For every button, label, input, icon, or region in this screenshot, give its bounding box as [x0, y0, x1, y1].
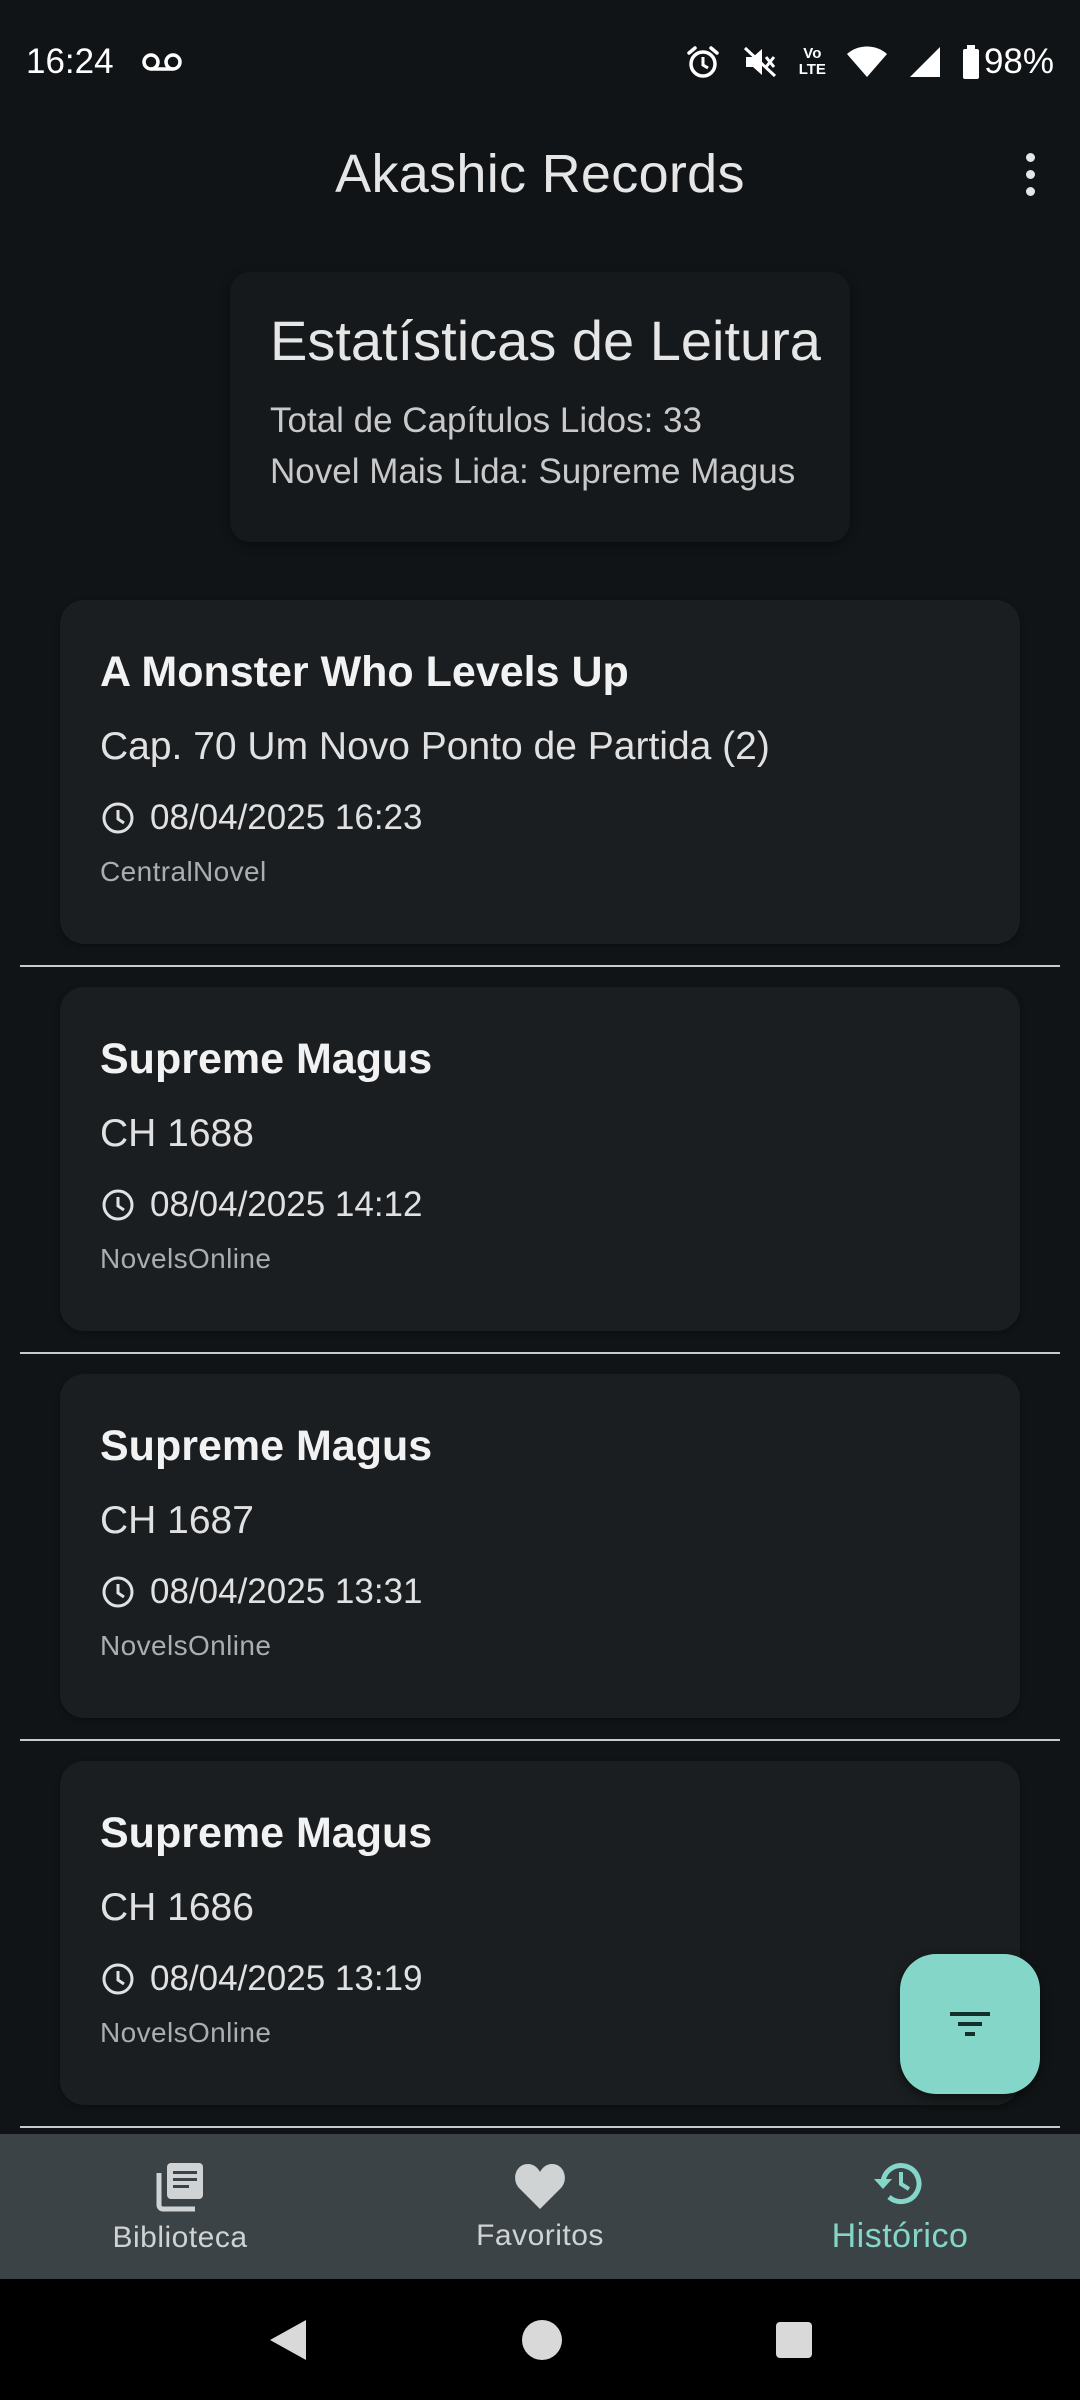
battery-icon — [962, 45, 979, 79]
divider — [20, 1739, 1060, 1741]
library-icon — [156, 2162, 203, 2211]
history-entry: Supreme Magus CH 1686 08/04/2025 13:19 N… — [0, 1761, 1080, 2148]
clock-icon — [102, 802, 134, 834]
clock-icon — [102, 1576, 134, 1608]
more-options-button[interactable] — [1000, 144, 1060, 204]
chapter-title: CH 1687 — [100, 1499, 254, 1542]
bottom-navigation: Biblioteca Favoritos Histórico — [0, 2134, 1080, 2279]
divider — [20, 1352, 1060, 1354]
more-vert-icon — [1025, 152, 1035, 162]
status-right: Vo LTE 98% — [685, 42, 1054, 82]
recents-icon[interactable] — [774, 2320, 814, 2360]
chapter-title: CH 1686 — [100, 1886, 254, 1929]
status-left: 16:24 — [26, 42, 182, 82]
clock-icon — [102, 1963, 134, 1995]
novel-title: Supreme Magus — [100, 1809, 433, 1857]
read-date-row: 08/04/2025 14:12 — [100, 1183, 1020, 1227]
history-entry: Supreme Magus CH 1688 08/04/2025 14:12 N… — [0, 987, 1080, 1374]
alarm-icon — [685, 44, 721, 80]
stats-title: Estatísticas de Leitura — [270, 309, 821, 372]
status-bar: 16:24 Vo LTE 98% — [0, 0, 1080, 124]
nav-item-favoritos[interactable]: Favoritos — [360, 2134, 720, 2279]
nav-label-historico: Histórico — [831, 2217, 969, 2255]
clock-icon — [102, 1189, 134, 1221]
novel-title: A Monster Who Levels Up — [100, 648, 629, 696]
read-date-row: 08/04/2025 13:31 — [100, 1570, 1020, 1614]
more-vert-dot — [1025, 186, 1035, 196]
read-date-row: 08/04/2025 16:23 — [100, 796, 1020, 840]
filter-button[interactable] — [900, 1954, 1040, 2094]
total-chapters-read: Total de Capítulos Lidos: 33 — [270, 401, 702, 440]
history-card[interactable]: A Monster Who Levels Up Cap. 70 Um Novo … — [60, 600, 1020, 944]
system-navigation-bar — [0, 2279, 1080, 2400]
nav-label-favoritos: Favoritos — [476, 2218, 604, 2252]
nav-item-biblioteca[interactable]: Biblioteca — [0, 2134, 360, 2279]
source-name: NovelsOnline — [100, 1243, 272, 1274]
read-datetime: 08/04/2025 13:19 — [150, 1959, 423, 1998]
volte-vo-label: Vo — [803, 45, 822, 62]
battery-percent: 98% — [983, 42, 1054, 81]
back-icon[interactable] — [266, 2316, 310, 2364]
volte-lte-label: LTE — [798, 61, 826, 78]
divider — [20, 2126, 1060, 2128]
app-bar: Akashic Records — [0, 124, 1080, 224]
filter-icon — [950, 2012, 990, 2036]
novel-title: Supreme Magus — [100, 1422, 433, 1470]
history-card[interactable]: Supreme Magus CH 1686 08/04/2025 13:19 N… — [60, 1761, 1020, 2105]
read-datetime: 08/04/2025 16:23 — [150, 798, 423, 837]
voicemail-icon — [141, 42, 182, 82]
nav-label-biblioteca: Biblioteca — [112, 2220, 248, 2254]
history-icon — [874, 2163, 922, 2205]
history-card[interactable]: Supreme Magus CH 1688 08/04/2025 14:12 N… — [60, 987, 1020, 1331]
volte-icon: Vo LTE — [799, 46, 826, 78]
chapter-title: CH 1688 — [100, 1112, 254, 1155]
source-name: NovelsOnline — [100, 2017, 272, 2048]
reading-stats-card: Estatísticas de Leitura Total de Capítul… — [230, 272, 850, 542]
read-datetime: 08/04/2025 14:12 — [150, 1185, 423, 1224]
source-name: CentralNovel — [100, 856, 267, 887]
vibrate-off-icon — [741, 44, 779, 80]
app-title: Akashic Records — [335, 144, 745, 204]
wifi-icon — [846, 45, 888, 79]
heart-icon — [515, 2163, 565, 2209]
source-name: NovelsOnline — [100, 1630, 272, 1661]
history-list: A Monster Who Levels Up Cap. 70 Um Novo … — [0, 600, 1080, 2148]
status-time: 16:24 — [26, 42, 114, 81]
novel-title: Supreme Magus — [100, 1035, 433, 1083]
chapter-title: Cap. 70 Um Novo Ponto de Partida (2) — [100, 725, 770, 768]
history-entry: Supreme Magus CH 1687 08/04/2025 13:31 N… — [0, 1374, 1080, 1761]
read-date-row: 08/04/2025 13:19 — [100, 1957, 1020, 2001]
nav-item-historico[interactable]: Histórico — [720, 2134, 1080, 2279]
more-vert-dot — [1025, 169, 1035, 179]
home-icon[interactable] — [520, 2318, 564, 2362]
signal-icon — [908, 45, 942, 79]
history-card[interactable]: Supreme Magus CH 1687 08/04/2025 13:31 N… — [60, 1374, 1020, 1718]
divider — [20, 965, 1060, 967]
battery-indicator: 98% — [962, 42, 1054, 82]
read-datetime: 08/04/2025 13:31 — [150, 1572, 423, 1611]
history-entry: A Monster Who Levels Up Cap. 70 Um Novo … — [0, 600, 1080, 987]
most-read-novel: Novel Mais Lida: Supreme Magus — [270, 452, 796, 491]
